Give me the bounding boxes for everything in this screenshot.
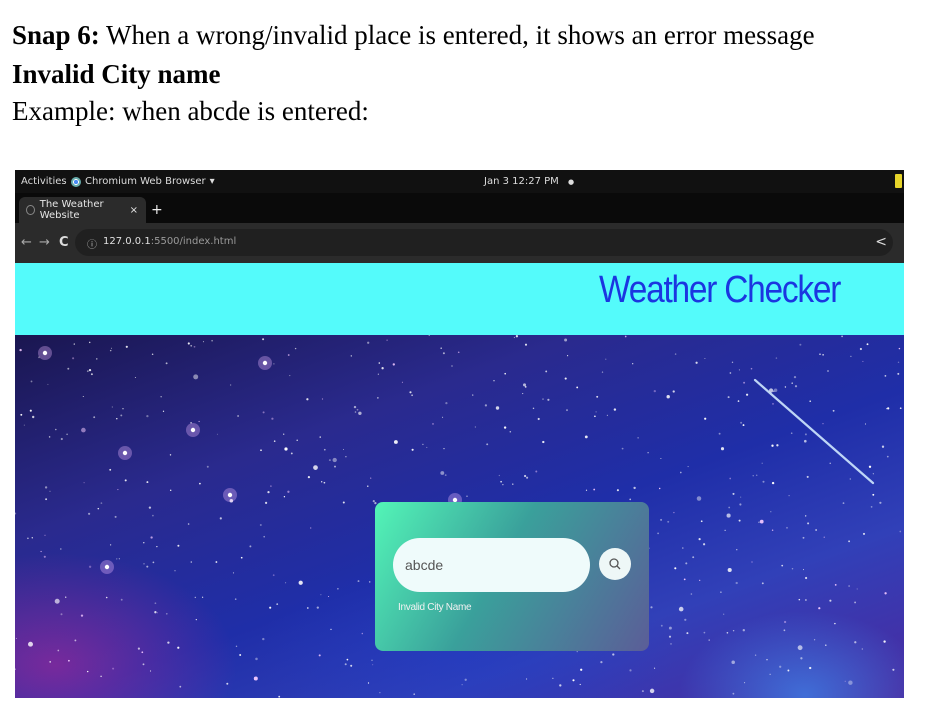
error-heading: Invalid City name	[12, 59, 221, 89]
info-icon[interactable]: ⓘ	[87, 236, 97, 251]
battery-icon[interactable]	[895, 174, 902, 188]
address-toolbar: ← → C ⓘ 127.0.0.1:5500/index.html <	[15, 223, 904, 263]
clock[interactable]: Jan 3 12:27 PM ●	[484, 176, 574, 187]
share-icon[interactable]: <	[875, 234, 887, 250]
activities-button[interactable]: Activities	[21, 176, 67, 187]
space-background: Invalid City Name	[15, 335, 904, 698]
snap-description: When a wrong/invalid place is entered, i…	[99, 20, 815, 50]
address-bar[interactable]: ⓘ 127.0.0.1:5500/index.html <	[75, 229, 893, 256]
page-title: Weather Checker	[599, 269, 841, 311]
new-tab-button[interactable]: +	[151, 202, 163, 218]
tab-bar: The Weather Website × +	[15, 193, 904, 223]
notification-dot-icon: ●	[567, 178, 575, 186]
url-path: :5500/index.html	[150, 236, 237, 247]
caption-line-1: Snap 6: When a wrong/invalid place is en…	[12, 18, 815, 52]
forward-button[interactable]: →	[39, 235, 50, 250]
clock-text: Jan 3 12:27 PM	[484, 176, 559, 187]
system-top-bar: Activities Chromium Web Browser ▾ Jan 3 …	[15, 170, 904, 193]
chromium-icon	[71, 176, 81, 187]
app-menu[interactable]: Chromium Web Browser ▾	[71, 176, 215, 187]
city-search-input[interactable]	[393, 538, 590, 592]
url-host: 127.0.0.1	[103, 236, 151, 247]
caret-down-icon: ▾	[209, 176, 215, 187]
tab-the-weather-website[interactable]: The Weather Website ×	[19, 197, 146, 223]
url-text[interactable]: 127.0.0.1:5500/index.html	[103, 236, 236, 247]
tab-title: The Weather Website	[39, 199, 104, 221]
close-tab-icon[interactable]: ×	[130, 205, 138, 216]
search-icon	[609, 558, 621, 570]
error-message: Invalid City Name	[398, 602, 472, 613]
screenshot: Activities Chromium Web Browser ▾ Jan 3 …	[15, 170, 904, 698]
page-header: Weather Checker	[15, 263, 904, 335]
search-button[interactable]	[599, 548, 631, 580]
favicon-icon	[26, 205, 35, 215]
snap-label: Snap 6:	[12, 20, 100, 50]
example-text: Example: when abcde is entered:	[12, 96, 369, 126]
back-button[interactable]: ←	[21, 235, 32, 250]
weather-card: Invalid City Name	[375, 502, 649, 651]
app-menu-label: Chromium Web Browser	[85, 176, 206, 187]
web-page: Weather Checker Invalid City Name	[15, 263, 904, 698]
reload-button[interactable]: C	[59, 235, 69, 250]
